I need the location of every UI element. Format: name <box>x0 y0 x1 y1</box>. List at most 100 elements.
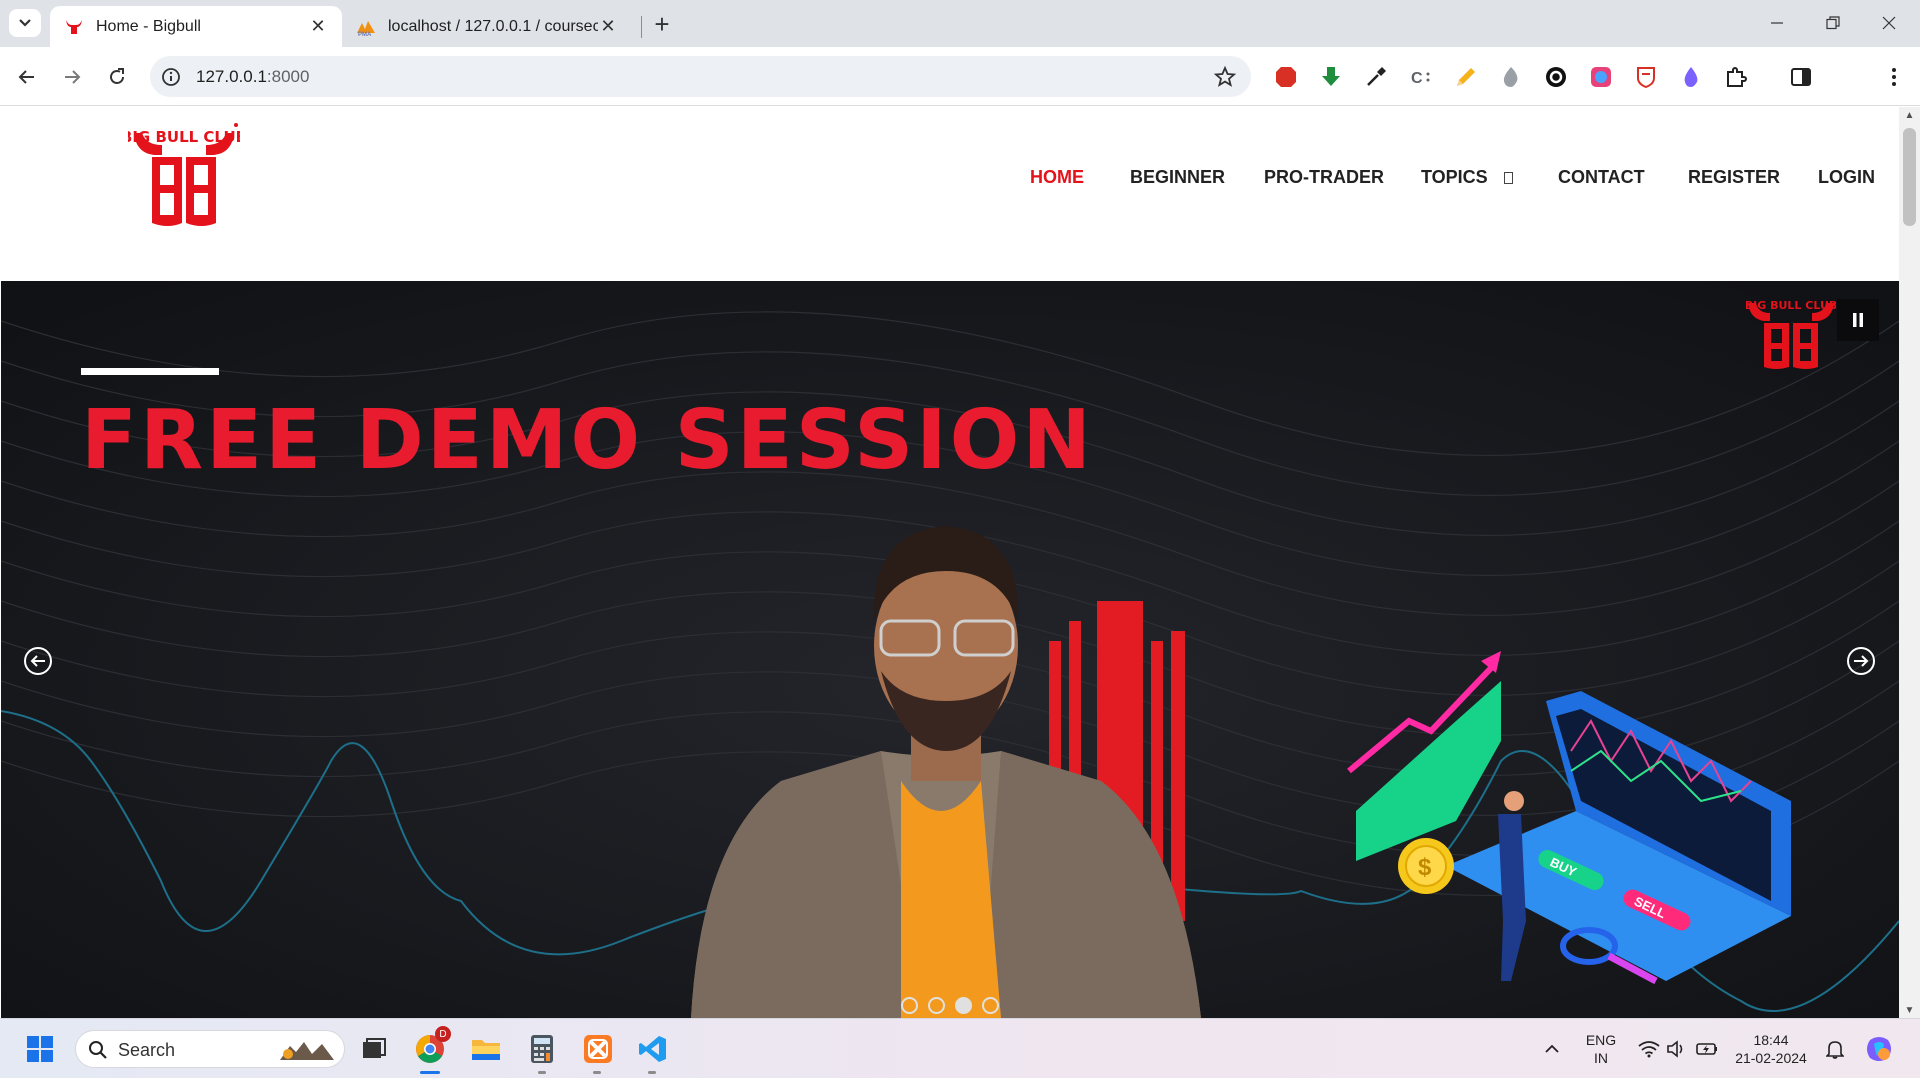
eyedropper-icon[interactable] <box>1363 64 1389 90</box>
nav-beginner[interactable]: BEGINNER <box>1130 167 1225 188</box>
slider-pause-button[interactable] <box>1837 299 1879 341</box>
phpmyadmin-favicon-icon: PMA <box>357 20 375 37</box>
chrome-profile-badge: D <box>435 1026 451 1042</box>
droplet-extension-icon[interactable] <box>1678 64 1704 90</box>
site-header: BIG BULL CLUB HOME BEGINNER PRO-TRADER T… <box>0 107 1899 280</box>
tab-home-bigbull[interactable]: Home - Bigbull ✕ <box>50 6 342 47</box>
bigbull-club-logo[interactable]: BIG BULL CLUB <box>128 119 240 229</box>
clock-time: 18:44 <box>1753 1032 1789 1048</box>
extensions-puzzle-icon[interactable] <box>1723 64 1749 90</box>
hero-corner-logo: BIG BULL CLUB <box>1746 299 1836 369</box>
svg-text:BIG BULL CLUB: BIG BULL CLUB <box>1746 299 1836 312</box>
region-label: IN <box>1594 1050 1608 1066</box>
svg-text:C: C <box>1411 70 1423 87</box>
close-tab-icon[interactable]: ✕ <box>308 16 328 37</box>
browser-toolbar: 127.0.0.1:8000 12 C D <box>0 47 1920 141</box>
close-icon <box>1882 16 1896 30</box>
system-clock[interactable]: 18:44 21-02-2024 <box>1732 1031 1810 1067</box>
address-bar[interactable]: 127.0.0.1:8000 <box>150 56 1251 97</box>
hero-slider: BUY SELL $ FREE DEMO SESSION BIG BULL CL… <box>1 281 1899 1018</box>
taskbar-search[interactable]: Search <box>75 1030 345 1068</box>
reload-icon <box>110 68 124 84</box>
page-scrollbar[interactable]: ▲ ▼ <box>1899 107 1920 1018</box>
tab-phpmyadmin[interactable]: PMA localhost / 127.0.0.1 / coursecm ✕ <box>342 6 632 47</box>
running-indicator <box>593 1071 601 1074</box>
scroll-down-icon[interactable]: ▼ <box>1899 1002 1920 1018</box>
slide-dot-2[interactable] <box>928 997 945 1014</box>
slider-prev-arrow-icon[interactable] <box>23 646 53 676</box>
chevron-down-icon <box>19 19 31 27</box>
language-label: ENG <box>1585 1032 1617 1048</box>
pencil-icon[interactable] <box>1453 64 1479 90</box>
color-picker-extension-icon[interactable] <box>1588 64 1614 90</box>
download-arrow-icon[interactable] <box>1318 64 1344 90</box>
tab-title: localhost / 127.0.0.1 / coursecm <box>388 17 598 35</box>
flame-extension-icon[interactable] <box>1498 64 1524 90</box>
nav-home[interactable]: HOME <box>1030 167 1084 188</box>
restore-icon <box>1826 16 1840 30</box>
nav-pro-trader[interactable]: PRO-TRADER <box>1264 167 1384 188</box>
running-indicator <box>538 1071 546 1074</box>
scroll-up-icon[interactable]: ▲ <box>1899 107 1920 123</box>
input-language-indicator[interactable]: ENG IN <box>1583 1031 1619 1067</box>
vscode-icon[interactable] <box>636 1032 670 1066</box>
nav-contact[interactable]: CONTACT <box>1558 167 1645 188</box>
chevron-up-icon[interactable] <box>1535 1032 1569 1066</box>
web-page: BIG BULL CLUB HOME BEGINNER PRO-TRADER T… <box>0 107 1899 1018</box>
forward-button[interactable] <box>56 61 88 93</box>
slide-dot-4[interactable] <box>982 997 999 1014</box>
svg-text:BIG BULL CLUB: BIG BULL CLUB <box>128 128 240 146</box>
url-text[interactable]: 127.0.0.1:8000 <box>196 67 309 87</box>
search-icon <box>89 1041 107 1059</box>
restore-button[interactable] <box>1810 8 1856 38</box>
nav-topics[interactable]: TOPICS <box>1421 167 1513 188</box>
extension-adblock-icon[interactable] <box>1273 64 1299 90</box>
circle-extension-icon[interactable] <box>1543 64 1569 90</box>
side-panel-icon[interactable] <box>1788 64 1814 90</box>
running-indicator <box>648 1071 656 1074</box>
file-explorer-icon[interactable] <box>469 1032 503 1066</box>
new-tab-button[interactable]: + <box>648 9 676 39</box>
calculator-icon[interactable] <box>525 1032 559 1066</box>
css-extension-icon[interactable]: C <box>1408 64 1434 90</box>
scrollbar-thumb[interactable] <box>1903 128 1916 226</box>
kebab-menu-icon[interactable] <box>1881 64 1907 90</box>
taskbar-search-placeholder: Search <box>118 1040 176 1060</box>
nav-topics-label: TOPICS <box>1421 167 1488 187</box>
windows-start-icon[interactable] <box>23 1032 57 1066</box>
close-window-button[interactable] <box>1866 8 1912 38</box>
slider-next-arrow-icon[interactable] <box>1846 646 1876 676</box>
chrome-taskbar-icon[interactable]: D <box>413 1026 451 1066</box>
copilot-icon[interactable] <box>1862 1032 1896 1066</box>
hero-background: BUY SELL $ <box>1 281 1899 1018</box>
tab-strip: Home - Bigbull ✕ PMA localhost / 127.0.0… <box>0 0 1920 47</box>
svg-text:PMA: PMA <box>358 32 372 37</box>
close-tab-icon[interactable]: ✕ <box>598 16 618 37</box>
hero-title: FREE DEMO SESSION <box>81 393 1095 488</box>
taskbar: Search D ENG IN 18:44 21-02-2024 <box>0 1018 1920 1078</box>
tab-title: Home - Bigbull <box>96 17 201 35</box>
slide-dot-1[interactable] <box>901 997 918 1014</box>
tab-search-button[interactable] <box>9 9 41 37</box>
reload-button[interactable] <box>101 61 133 93</box>
notification-bell-icon[interactable] <box>1818 1032 1852 1066</box>
back-button[interactable] <box>11 61 43 93</box>
svg-text:$: $ <box>1418 854 1432 881</box>
active-app-indicator <box>420 1071 440 1074</box>
task-view-icon[interactable] <box>357 1032 391 1066</box>
volume-icon[interactable] <box>1660 1032 1694 1066</box>
dropdown-caret-icon <box>1503 172 1513 185</box>
shield-extension-icon[interactable] <box>1633 64 1659 90</box>
minimize-button[interactable] <box>1754 8 1800 38</box>
battery-charging-icon[interactable] <box>1690 1032 1724 1066</box>
xampp-icon[interactable] <box>581 1032 615 1066</box>
pause-icon <box>1853 313 1863 327</box>
slide-dot-3[interactable] <box>955 997 972 1014</box>
nav-login[interactable]: LOGIN <box>1818 167 1875 188</box>
nav-register[interactable]: REGISTER <box>1688 167 1780 188</box>
arrow-left-icon <box>18 70 34 84</box>
site-info-icon[interactable] <box>160 66 182 88</box>
bigbull-favicon-icon <box>66 19 82 34</box>
bookmark-star-icon[interactable] <box>1213 65 1237 89</box>
search-highlight-icon <box>280 1042 334 1060</box>
